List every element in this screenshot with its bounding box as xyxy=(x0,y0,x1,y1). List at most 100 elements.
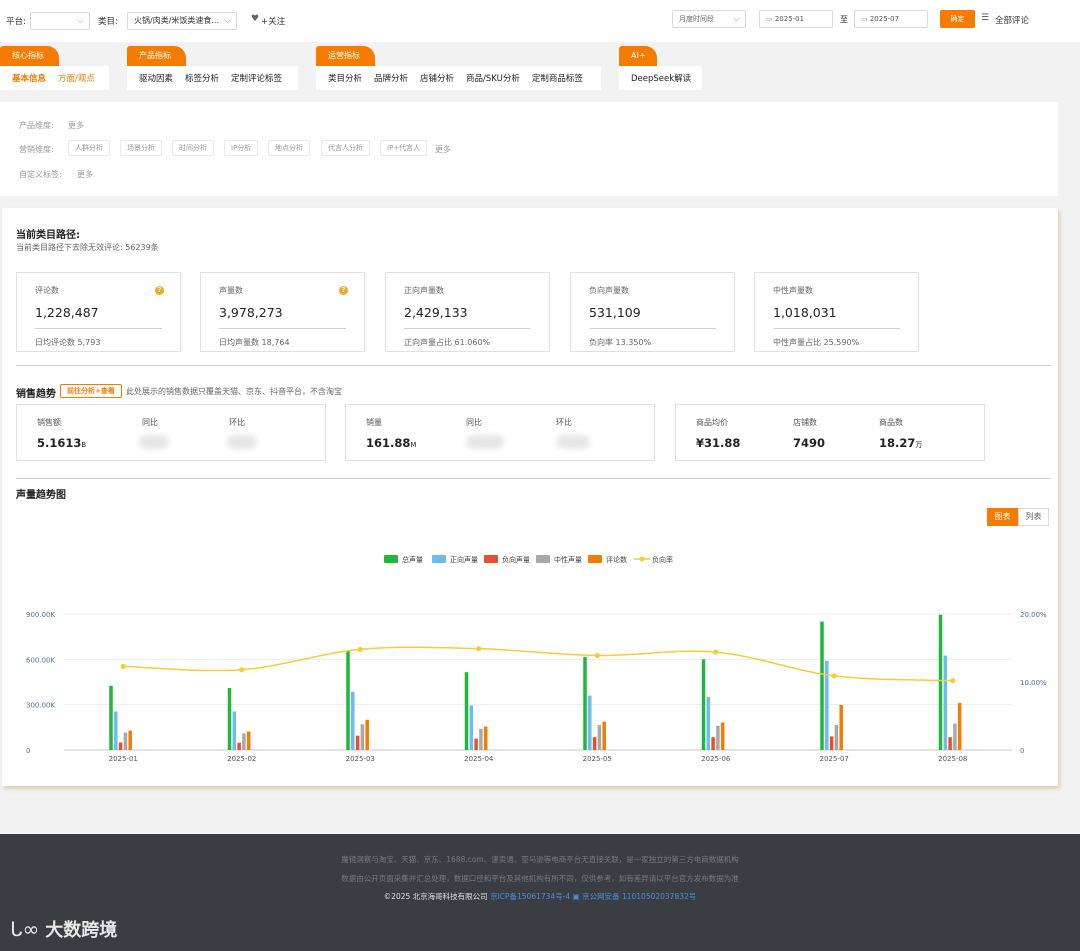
bar-3 xyxy=(118,742,123,750)
chip-ip-spokesperson[interactable]: IP+代言人 xyxy=(380,140,428,156)
chip-spokesperson[interactable]: 代言人分析 xyxy=(321,140,370,156)
sales-analysis-link[interactable]: 前往分析+查看 xyxy=(60,384,122,398)
platform-select[interactable]: ⌵ xyxy=(30,12,90,30)
icp-link[interactable]: 京ICP备15061734号-4 xyxy=(490,892,570,901)
legend-swatch xyxy=(588,555,602,563)
x-tick: 2025-04 xyxy=(464,755,494,763)
metric-card-neutral: 中性声量数 1,018,031 中性声量占比 25.590% xyxy=(754,272,919,352)
platform-label: 平台: xyxy=(6,17,26,27)
y-left-tick: 0 xyxy=(26,747,30,755)
product-dimension-label: 产品维度: xyxy=(19,121,54,130)
bar-3 xyxy=(711,737,715,750)
follow-button[interactable]: +关注 xyxy=(261,15,285,27)
section-divider xyxy=(16,365,1051,366)
custom-tag-more[interactable]: 更多 xyxy=(77,169,93,180)
goods-number: 18.27 xyxy=(879,436,916,450)
tab-group-operations-body: 类目分析 品牌分析 店铺分析 商品/SKU分析 定制商品标签 xyxy=(316,66,601,90)
sales-amount-value: 5.1613B xyxy=(37,436,86,450)
legend-label: 正向声量 xyxy=(450,555,478,564)
legend-swatch xyxy=(484,555,498,563)
tab-category-analysis[interactable]: 类目分析 xyxy=(328,72,362,84)
period-value: 月度时间段 xyxy=(679,15,714,23)
police-link[interactable]: 京公网安备 11010502037832号 xyxy=(582,892,696,901)
bar-4 xyxy=(360,724,365,750)
sales-title: 销售趋势 xyxy=(16,389,56,400)
category-label: 类目: xyxy=(98,17,118,27)
tab-group-ai: AI+ xyxy=(619,46,657,66)
brand-name: 大数跨境 xyxy=(45,920,118,941)
help-icon[interactable]: ? xyxy=(155,286,164,295)
metric-label: 声量数 xyxy=(219,286,243,295)
bar-2 xyxy=(706,697,711,750)
tab-sku-analysis[interactable]: 商品/SKU分析 xyxy=(466,72,520,84)
goods-value: 18.27万 xyxy=(879,436,922,450)
period-select[interactable]: 月度时间段 ⌵ xyxy=(672,10,746,28)
chip-scene[interactable]: 场景分析 xyxy=(120,140,162,156)
marketing-dimension-more[interactable]: 更多 xyxy=(435,144,451,155)
start-date-input[interactable]: ▭ 2025-01 xyxy=(759,10,833,28)
y-left-tick: 300.00K xyxy=(26,702,55,710)
sales-qty-mom-label: 环比 xyxy=(556,418,572,427)
tab-driving-factors[interactable]: 驱动因素 xyxy=(139,72,173,84)
divider xyxy=(404,328,531,329)
tab-basic-info[interactable]: 基本信息 xyxy=(12,72,46,84)
negative-rate-point xyxy=(476,646,482,652)
tab-groups: 核心指标 基本信息 方面/观点 产品指标 驱动因素 标签分析 定制评论标签 运营… xyxy=(0,42,1080,100)
brand-watermark: ᒐ∞ 大数跨境 xyxy=(10,916,117,942)
metric-foot: 负向率 13.350% xyxy=(589,338,652,347)
sales-qty-unit: M xyxy=(410,441,417,449)
divider xyxy=(773,328,900,329)
bar-5 xyxy=(483,726,488,750)
bar-4 xyxy=(716,725,720,750)
chip-ip[interactable]: IP分析 xyxy=(224,140,259,156)
product-dimension-more[interactable]: 更多 xyxy=(68,120,84,131)
legend-swatch xyxy=(384,555,398,563)
toggle-list[interactable]: 列表 xyxy=(1018,508,1049,526)
divider xyxy=(219,328,346,329)
goods-label: 商品数 xyxy=(879,418,903,427)
toggle-chart[interactable]: 图表 xyxy=(987,508,1018,526)
tab-tag-analysis[interactable]: 标签分析 xyxy=(185,72,219,84)
legend-label: 评论数 xyxy=(606,555,627,564)
blurred-value xyxy=(466,435,504,449)
chip-crowd[interactable]: 人群分析 xyxy=(68,140,110,156)
metric-foot: 中性声量占比 25.590% xyxy=(773,338,860,347)
legend-swatch xyxy=(536,555,550,563)
legend-label: 负向声量 xyxy=(502,555,530,564)
bar-1 xyxy=(583,657,587,750)
copyright-text: ©2025 北京海哥科技有限公司 xyxy=(383,892,488,901)
tab-shop-analysis[interactable]: 店铺分析 xyxy=(420,72,454,84)
filter-bar: 平台: ⌵ 类目: 火锅/肉类/米饭类速食... ⌵ ♥ +关注 月度时间段 ⌵ ▭… xyxy=(0,0,1080,42)
bar-2 xyxy=(469,705,474,750)
heart-icon[interactable]: ♥ xyxy=(251,14,259,24)
confirm-button[interactable]: 确定 xyxy=(940,10,975,28)
chip-time[interactable]: 时间分析 xyxy=(172,140,214,156)
end-date-input[interactable]: ▭ 2025-07 xyxy=(854,10,928,28)
avg-price-value: ¥31.88 xyxy=(696,436,741,450)
calendar-icon: ▭ xyxy=(861,15,870,23)
tab-aspect-opinion[interactable]: 方面/观点 xyxy=(58,72,95,84)
to-label: 至 xyxy=(840,15,848,24)
tab-custom-product-tags[interactable]: 定制商品标签 xyxy=(532,72,583,84)
path-subtitle: 当前类目路径下去除无效评论: 56239条 xyxy=(16,243,159,252)
metric-value: 3,978,273 xyxy=(219,305,283,320)
x-tick: 2025-05 xyxy=(583,755,612,763)
legend-label: 中性声量 xyxy=(554,555,582,564)
metric-value: 2,429,133 xyxy=(404,305,468,320)
chip-location[interactable]: 地点分析 xyxy=(268,140,310,156)
y-right-tick: 10.00% xyxy=(1020,679,1047,687)
bar-3 xyxy=(355,735,360,750)
category-select[interactable]: 火锅/肉类/米饭类速食... ⌵ xyxy=(127,12,237,30)
x-tick: 2025-08 xyxy=(938,755,967,763)
footer-disclaimer-1: 魔镜洞察与淘宝、天猫、京东、1688.com、速卖通、亚马逊等电商平台无直接关联… xyxy=(341,855,739,864)
metric-foot: 日均评论数 5,793 xyxy=(35,338,101,347)
tab-brand-analysis[interactable]: 品牌分析 xyxy=(374,72,408,84)
help-icon[interactable]: ? xyxy=(339,286,348,295)
all-reviews-button[interactable]: 全部评论 xyxy=(995,14,1029,26)
bar-1 xyxy=(227,688,232,750)
bar-3 xyxy=(948,737,952,750)
negative-rate-point xyxy=(120,663,126,669)
tab-custom-review-tags[interactable]: 定制评论标签 xyxy=(231,72,282,84)
negative-rate-point xyxy=(239,667,245,673)
tab-deepseek[interactable]: DeepSeek解读 xyxy=(631,72,691,84)
